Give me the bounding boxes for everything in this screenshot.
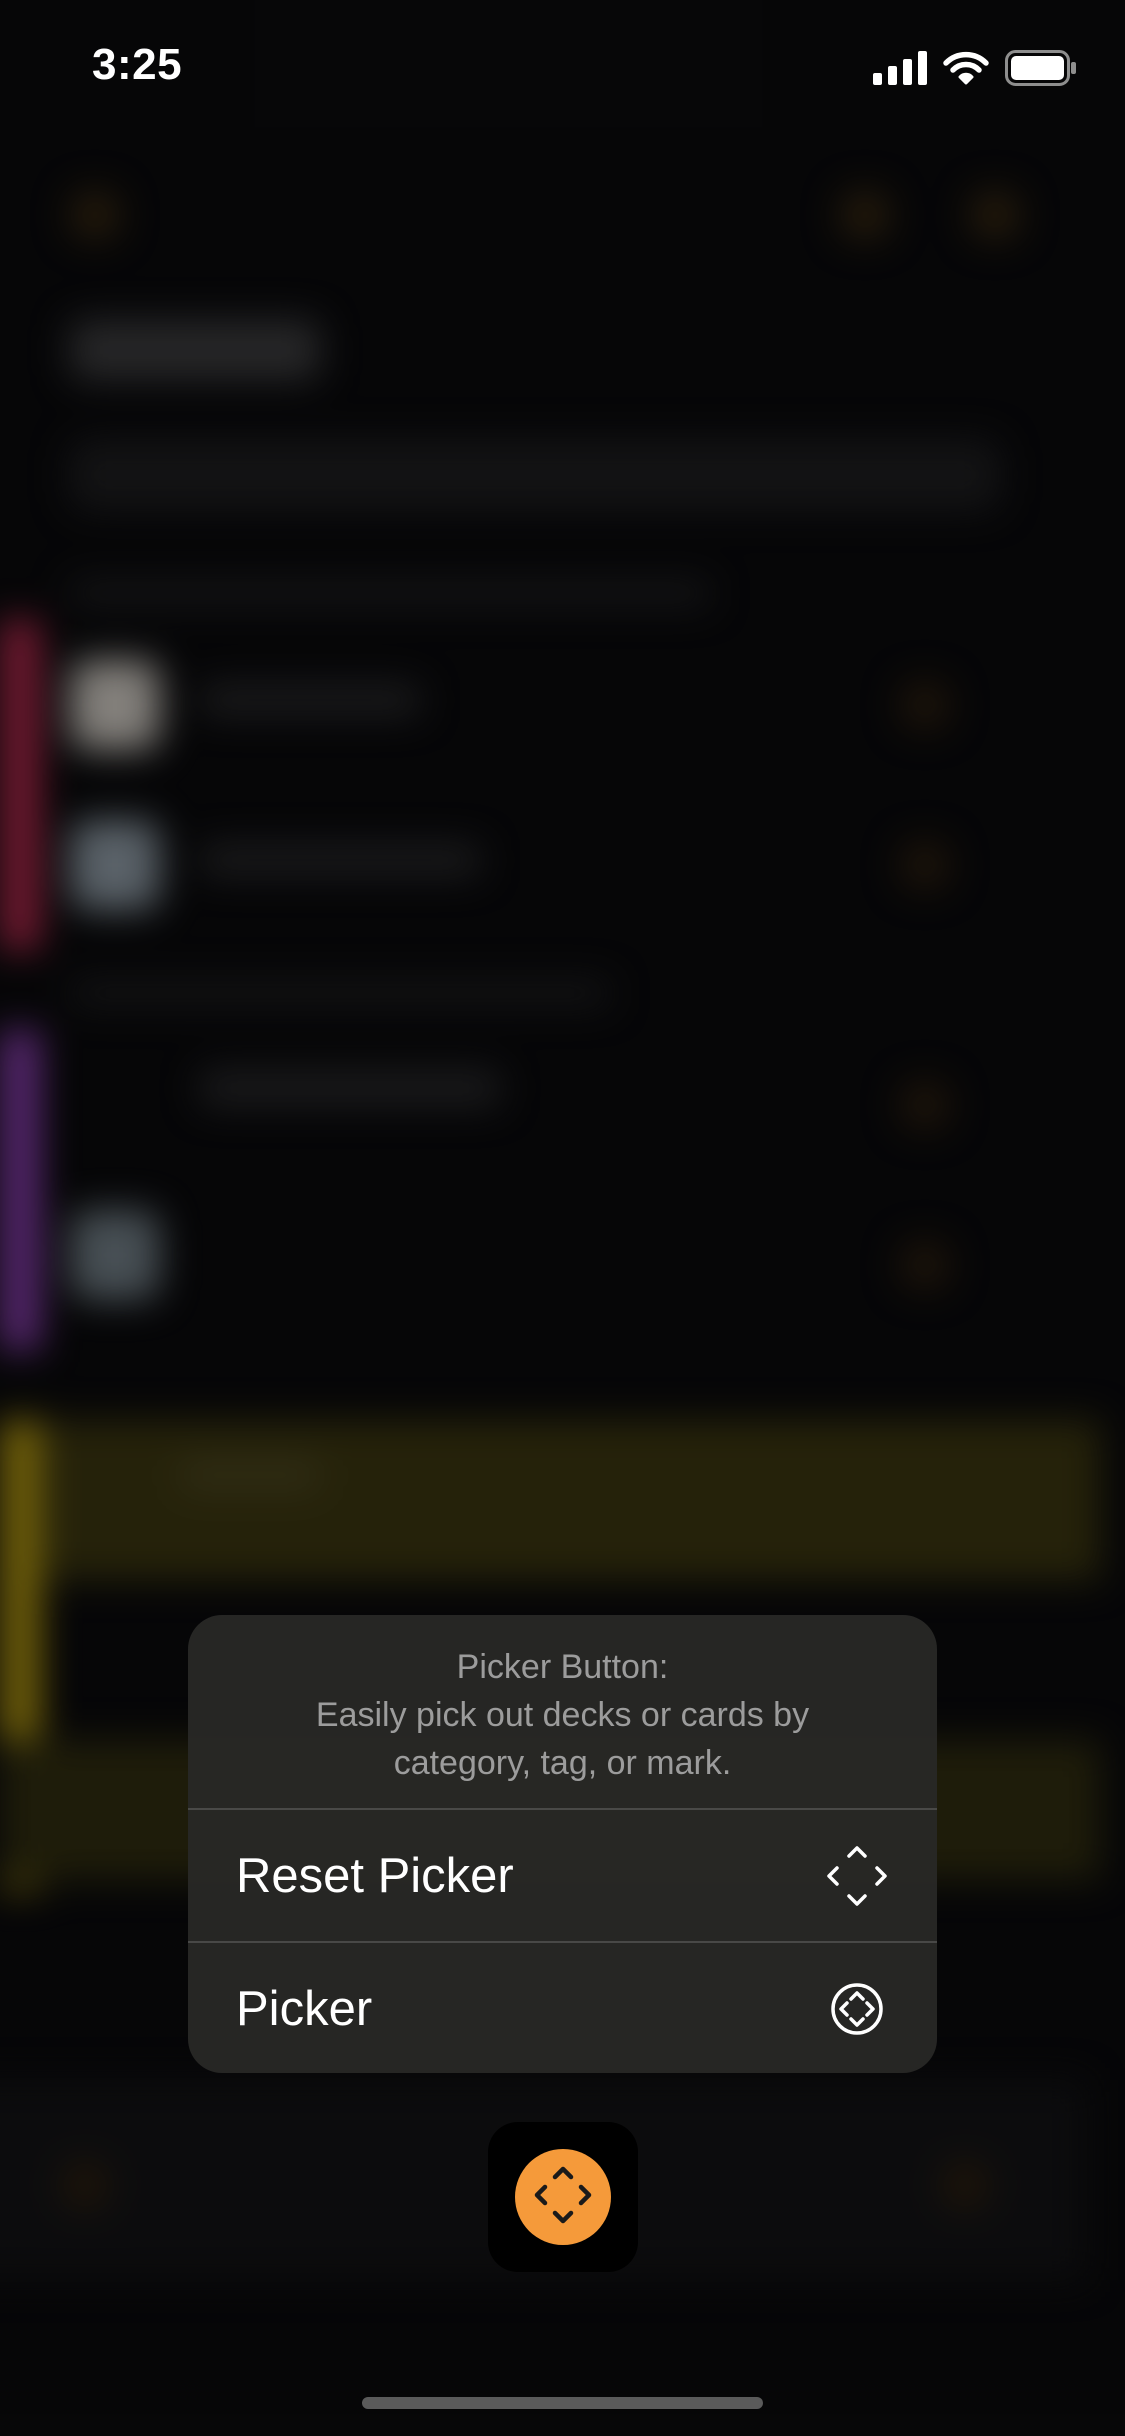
wifi-icon [943, 51, 989, 90]
picker-icon [825, 1977, 889, 2041]
battery-icon [1005, 49, 1077, 91]
picker-button[interactable] [488, 2122, 638, 2272]
picker-menu-item[interactable]: Picker [188, 1943, 937, 2073]
status-time: 3:25 [92, 40, 183, 89]
signal-icon [873, 50, 927, 90]
reset-picker-icon [825, 1844, 889, 1908]
menu-header-description: Easily pick out decks or cards by catego… [315, 1696, 810, 1782]
context-menu: Picker Button: Easily pick out decks or … [188, 1615, 937, 2073]
status-icons [873, 49, 1077, 91]
menu-header: Picker Button: Easily pick out decks or … [188, 1615, 937, 1808]
picker-button-circle [515, 2149, 611, 2245]
status-bar: 3:25 [0, 0, 1125, 140]
reset-picker-menu-item[interactable]: Reset Picker [188, 1810, 937, 1941]
menu-header-title: Picker Button: [456, 1648, 669, 1686]
reset-picker-label: Reset Picker [236, 1848, 514, 1903]
picker-diamond-icon [531, 2163, 595, 2232]
home-indicator[interactable] [362, 2397, 763, 2409]
picker-label: Picker [236, 1981, 373, 2036]
